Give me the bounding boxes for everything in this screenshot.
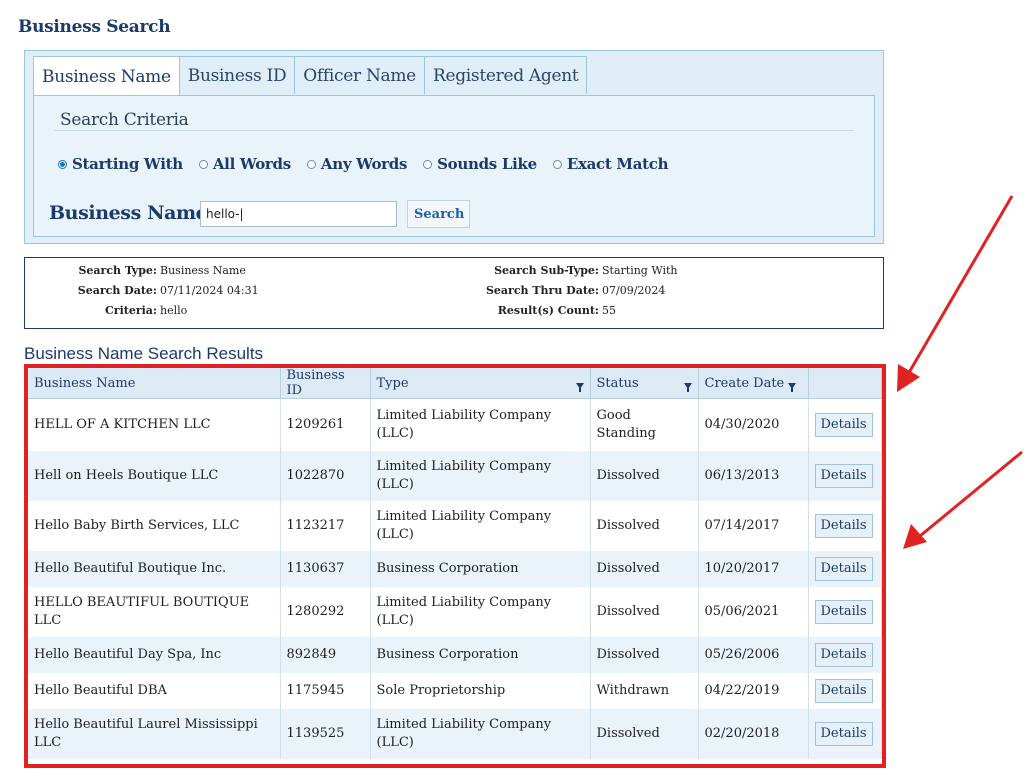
annotation-arrows (897, 195, 1023, 549)
annotation-arrow-upper (897, 195, 1014, 392)
annotation-arrow-lower (903, 450, 1023, 549)
